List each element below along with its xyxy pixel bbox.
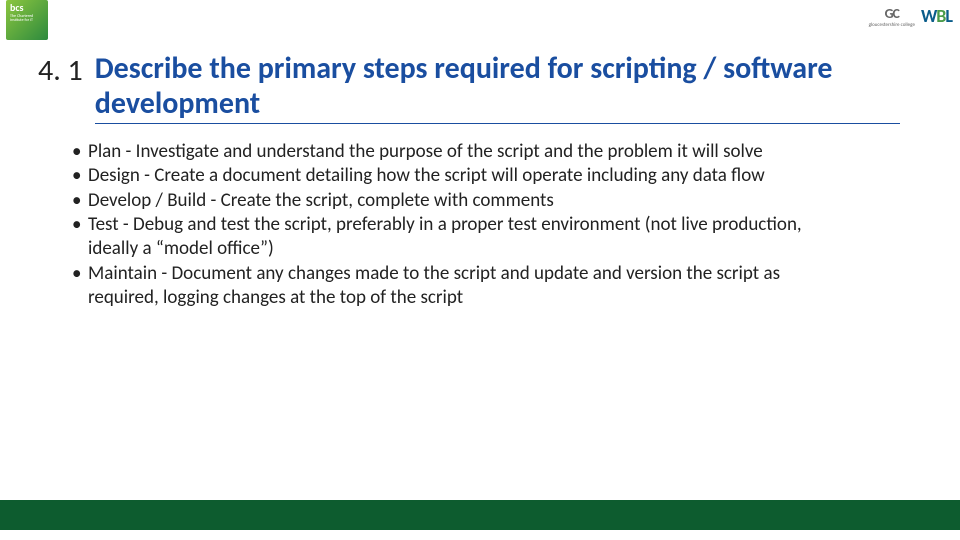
title-row: 4. 1 Describe the primary steps required… (38, 52, 900, 124)
footer-bar (0, 500, 960, 530)
slide-title: Describe the primary steps required for … (95, 52, 900, 124)
wbl-letter-w: W (921, 5, 936, 27)
gc-logo-text: GC (885, 5, 899, 22)
list-item: Design - Create a document detailing how… (72, 164, 850, 188)
bcs-logo: bcs The Chartered Institute for IT (6, 0, 48, 40)
list-item: Develop / Build - Create the script, com… (72, 189, 850, 213)
bcs-logo-text: bcs (10, 3, 24, 13)
wbl-letter-l: L (945, 5, 952, 27)
bcs-logo-subtext: The Chartered Institute for IT (10, 15, 44, 24)
gc-logo: GC gloucestershire college (869, 4, 915, 28)
slide-header: bcs The Chartered Institute for IT GC gl… (0, 0, 960, 32)
right-logos: GC gloucestershire college WBL (869, 4, 952, 28)
list-item: Test - Debug and test the script, prefer… (72, 213, 850, 262)
wbl-logo: WBL (921, 5, 952, 27)
list-item: Maintain - Document any changes made to … (72, 262, 850, 311)
list-item: Plan - Investigate and understand the pu… (72, 140, 850, 164)
section-number: 4. 1 (38, 52, 83, 89)
wbl-letter-b: B (936, 5, 945, 27)
gc-logo-sub: gloucestershire college (869, 22, 915, 28)
content-area: Plan - Investigate and understand the pu… (72, 140, 850, 310)
bullet-list: Plan - Investigate and understand the pu… (72, 140, 850, 310)
